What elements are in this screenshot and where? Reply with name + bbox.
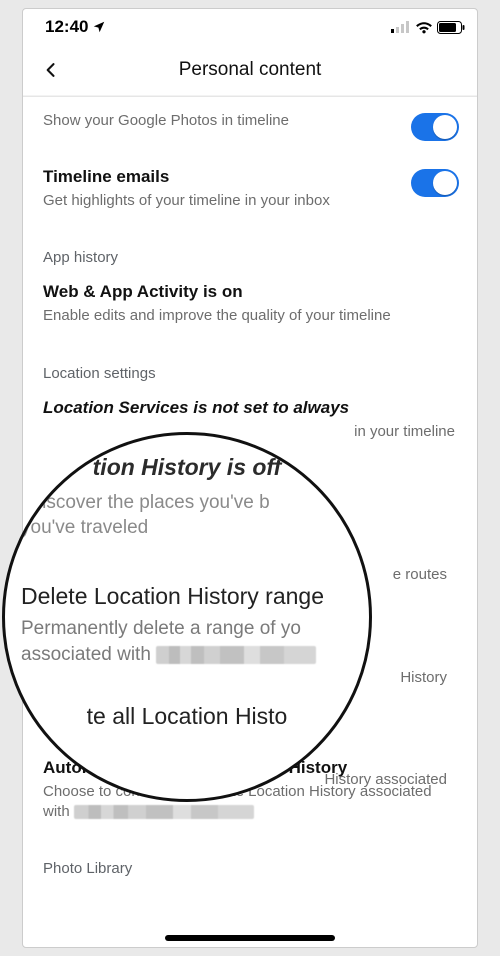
mag-text: associated with <box>21 644 156 665</box>
row-title: Timeline emails <box>43 167 401 187</box>
peek-routes: e routes <box>393 566 447 583</box>
row-subtitle: Show your Google Photos in timeline <box>43 111 401 131</box>
location-arrow-icon <box>92 20 106 34</box>
mag-location-history-sub: ediscover the places you've b you've tra… <box>21 490 353 541</box>
mag-delete-range-sub: Permanently delete a range of yo associa… <box>21 616 353 667</box>
row-google-photos[interactable]: Show your Google Photos in timeline <box>43 97 459 153</box>
status-time-group: 12:40 <box>45 17 106 37</box>
row-subtitle: Enable edits and improve the quality of … <box>43 306 459 326</box>
peek-history-1: History <box>400 669 447 686</box>
redacted-account <box>74 805 254 819</box>
wifi-icon <box>415 21 433 34</box>
section-photo-library: Photo Library <box>43 834 459 883</box>
mag-text: you've traveled <box>21 517 148 538</box>
mag-text: tion History is off <box>93 454 282 480</box>
mag-delete-range-title[interactable]: Delete Location History range <box>21 583 353 610</box>
row-web-app-activity[interactable]: Web & App Activity is on Enable edits an… <box>43 282 459 338</box>
mag-delete-all-title[interactable]: te all Location Histo <box>21 703 353 730</box>
mag-text: ediscover the places you've b <box>21 492 270 513</box>
magnifier-overlay: tion History is off ediscover the places… <box>2 432 372 802</box>
redacted-account <box>156 646 316 664</box>
header: Personal content <box>23 45 477 95</box>
row-subtitle: in your timeline <box>43 422 459 442</box>
home-indicator <box>165 935 335 941</box>
toggle-google-photos[interactable] <box>411 113 459 141</box>
section-app-history: App history <box>43 223 459 282</box>
status-bar: 12:40 <box>23 9 477 45</box>
toggle-timeline-emails[interactable] <box>411 169 459 197</box>
row-subtitle: Get highlights of your timeline in your … <box>43 191 401 211</box>
back-button[interactable] <box>33 52 69 88</box>
row-timeline-emails[interactable]: Timeline emails Get highlights of your t… <box>43 153 459 223</box>
page-title: Personal content <box>23 59 477 81</box>
section-location-settings: Location settings <box>43 339 459 398</box>
chevron-left-icon <box>41 60 61 80</box>
cellular-icon <box>391 21 411 33</box>
status-icons <box>391 21 465 34</box>
status-time: 12:40 <box>45 17 88 37</box>
battery-icon <box>437 21 465 34</box>
row-title: Web & App Activity is on <box>43 282 459 302</box>
row-title: Location Services is not set to always <box>43 398 459 418</box>
mag-text: Permanently delete a range of yo <box>21 618 301 639</box>
peek-history-2: History associated <box>324 771 447 788</box>
